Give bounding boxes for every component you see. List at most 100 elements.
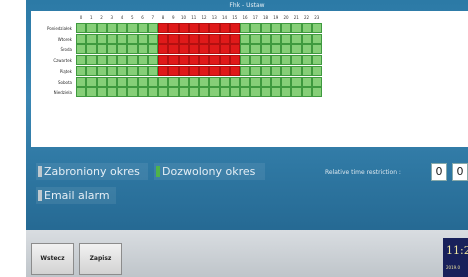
schedule-cell-blocked[interactable]: [178, 55, 189, 66]
schedule-cell-blocked[interactable]: [168, 23, 179, 33]
schedule-cell-blocked[interactable]: [178, 33, 189, 44]
schedule-cell-allowed[interactable]: [209, 76, 220, 87]
schedule-cell-allowed[interactable]: [178, 87, 189, 98]
schedule-cell-allowed[interactable]: [291, 44, 302, 55]
schedule-cell-allowed[interactable]: [137, 55, 148, 66]
schedule-cell-allowed[interactable]: [147, 76, 158, 87]
schedule-cell-allowed[interactable]: [270, 23, 281, 33]
restriction-input-2[interactable]: 0: [452, 163, 468, 181]
schedule-cell-allowed[interactable]: [240, 23, 251, 33]
schedule-cell-blocked[interactable]: [219, 33, 230, 44]
schedule-cell-allowed[interactable]: [260, 33, 271, 44]
email-alarm-toggle[interactable]: Email alarm: [36, 187, 116, 204]
schedule-cell-blocked[interactable]: [199, 23, 210, 33]
schedule-cell-allowed[interactable]: [311, 44, 322, 55]
schedule-cell-allowed[interactable]: [106, 55, 117, 66]
schedule-cell-blocked[interactable]: [168, 44, 179, 55]
schedule-cell-blocked[interactable]: [229, 44, 240, 55]
schedule-cell-allowed[interactable]: [229, 87, 240, 98]
schedule-cell-allowed[interactable]: [147, 23, 158, 33]
forbidden-period-legend[interactable]: Zabroniony okres: [36, 163, 148, 180]
schedule-cell-allowed[interactable]: [281, 33, 292, 44]
schedule-cell-allowed[interactable]: [291, 76, 302, 87]
schedule-cell-blocked[interactable]: [188, 55, 199, 66]
schedule-cell-blocked[interactable]: [209, 44, 220, 55]
schedule-cell-allowed[interactable]: [240, 65, 251, 76]
schedule-cell-allowed[interactable]: [199, 76, 210, 87]
schedule-cell-allowed[interactable]: [76, 55, 87, 66]
schedule-cell-allowed[interactable]: [106, 44, 117, 55]
schedule-cell-allowed[interactable]: [117, 55, 128, 66]
schedule-cell-allowed[interactable]: [260, 65, 271, 76]
schedule-cell-blocked[interactable]: [209, 65, 220, 76]
schedule-cell-allowed[interactable]: [147, 55, 158, 66]
schedule-cell-allowed[interactable]: [96, 23, 107, 33]
schedule-cell-allowed[interactable]: [301, 65, 312, 76]
schedule-cell-blocked[interactable]: [199, 55, 210, 66]
schedule-cell-allowed[interactable]: [291, 65, 302, 76]
schedule-cell-allowed[interactable]: [260, 76, 271, 87]
schedule-cell-allowed[interactable]: [311, 33, 322, 44]
schedule-cell-allowed[interactable]: [127, 87, 138, 98]
allowed-period-legend[interactable]: Dozwolony okres: [154, 163, 265, 180]
schedule-cell-allowed[interactable]: [137, 33, 148, 44]
schedule-cell-allowed[interactable]: [240, 76, 251, 87]
restriction-input-1[interactable]: 0: [431, 163, 447, 181]
schedule-cell-allowed[interactable]: [127, 23, 138, 33]
schedule-cell-blocked[interactable]: [219, 65, 230, 76]
schedule-cell-allowed[interactable]: [250, 87, 261, 98]
schedule-cell-blocked[interactable]: [209, 55, 220, 66]
schedule-cell-blocked[interactable]: [199, 33, 210, 44]
schedule-cell-allowed[interactable]: [188, 87, 199, 98]
schedule-cell-allowed[interactable]: [240, 55, 251, 66]
schedule-cell-allowed[interactable]: [311, 23, 322, 33]
schedule-cell-blocked[interactable]: [158, 65, 169, 76]
schedule-cell-blocked[interactable]: [178, 44, 189, 55]
schedule-cell-blocked[interactable]: [199, 44, 210, 55]
schedule-cell-allowed[interactable]: [117, 33, 128, 44]
schedule-cell-allowed[interactable]: [291, 23, 302, 33]
schedule-cell-allowed[interactable]: [96, 76, 107, 87]
schedule-cell-blocked[interactable]: [158, 44, 169, 55]
schedule-cell-allowed[interactable]: [240, 44, 251, 55]
schedule-cell-allowed[interactable]: [301, 44, 312, 55]
schedule-cell-allowed[interactable]: [117, 65, 128, 76]
schedule-cell-allowed[interactable]: [147, 44, 158, 55]
schedule-cell-allowed[interactable]: [291, 87, 302, 98]
schedule-cell-blocked[interactable]: [178, 65, 189, 76]
schedule-cell-allowed[interactable]: [178, 76, 189, 87]
schedule-cell-allowed[interactable]: [291, 33, 302, 44]
schedule-cell-allowed[interactable]: [117, 23, 128, 33]
schedule-cell-allowed[interactable]: [260, 44, 271, 55]
schedule-cell-allowed[interactable]: [127, 76, 138, 87]
schedule-cell-allowed[interactable]: [168, 76, 179, 87]
schedule-cell-allowed[interactable]: [86, 44, 97, 55]
schedule-cell-blocked[interactable]: [219, 23, 230, 33]
schedule-cell-allowed[interactable]: [127, 65, 138, 76]
schedule-cell-blocked[interactable]: [158, 55, 169, 66]
schedule-cell-allowed[interactable]: [96, 33, 107, 44]
schedule-cell-allowed[interactable]: [96, 55, 107, 66]
schedule-cell-blocked[interactable]: [168, 55, 179, 66]
schedule-cell-allowed[interactable]: [117, 87, 128, 98]
schedule-cell-allowed[interactable]: [106, 76, 117, 87]
schedule-cell-allowed[interactable]: [270, 33, 281, 44]
schedule-cell-allowed[interactable]: [76, 65, 87, 76]
schedule-cell-allowed[interactable]: [270, 87, 281, 98]
schedule-cell-allowed[interactable]: [76, 23, 87, 33]
schedule-cell-allowed[interactable]: [86, 55, 97, 66]
schedule-cell-allowed[interactable]: [199, 87, 210, 98]
schedule-cell-allowed[interactable]: [76, 87, 87, 98]
schedule-cell-allowed[interactable]: [240, 87, 251, 98]
schedule-cell-allowed[interactable]: [86, 23, 97, 33]
schedule-cell-allowed[interactable]: [229, 76, 240, 87]
schedule-cell-allowed[interactable]: [270, 44, 281, 55]
schedule-cell-blocked[interactable]: [188, 33, 199, 44]
schedule-cell-blocked[interactable]: [219, 55, 230, 66]
schedule-cell-allowed[interactable]: [127, 55, 138, 66]
schedule-cell-allowed[interactable]: [250, 44, 261, 55]
schedule-cell-allowed[interactable]: [281, 44, 292, 55]
schedule-cell-blocked[interactable]: [219, 44, 230, 55]
schedule-cell-blocked[interactable]: [188, 65, 199, 76]
schedule-cell-allowed[interactable]: [86, 65, 97, 76]
